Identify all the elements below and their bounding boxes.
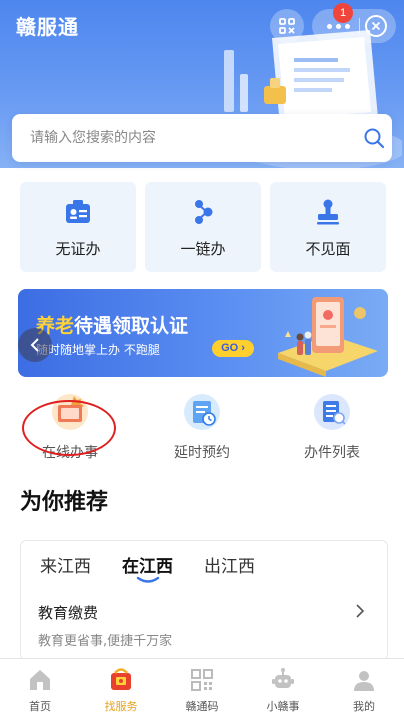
nav-mine[interactable]: 我的 [324,659,404,721]
nav-label: 首页 [29,700,51,713]
find-service-icon [111,668,131,690]
miniprogram-capsule [312,9,396,43]
quick-item-label: 办件列表 [304,445,360,461]
document-list-icon [314,394,350,430]
quick-item-appointment[interactable]: 延时预约 [152,392,252,462]
tab-leave-jiangxi[interactable]: 出江西 [204,552,255,577]
banner-prev-button[interactable] [18,328,52,362]
search-bar[interactable] [12,114,392,162]
banner-go-button[interactable]: GO › [212,340,254,357]
stamp-icon [317,199,339,225]
quick-item-case-list[interactable]: 办件列表 [282,392,382,462]
nav-label: 小赣事 [266,700,300,713]
more-dot [344,23,350,29]
service-card-label: 一链办 [180,240,226,258]
tab-come-to-jiangxi[interactable]: 来江西 [40,552,91,577]
scan-button[interactable] [270,9,304,43]
id-card-icon [66,200,90,223]
nav-label: 找服务 [104,700,138,713]
service-card-one-chain[interactable]: 一链办 [145,182,261,272]
nav-label: 赣通码 [185,700,219,713]
highlight-annotation-circle [22,400,116,456]
bottom-tab-bar: 首页 找服务 赣通码 小赣事 我的 [0,658,404,721]
more-dot [335,23,341,29]
nav-home[interactable]: 首页 [0,659,80,721]
chevron-right-icon[interactable] [354,603,366,619]
more-dot [326,23,332,29]
nav-qr-code[interactable]: 赣通码 [162,659,242,721]
recommend-item-title[interactable]: 教育缴费 [38,602,98,623]
robot-icon [272,668,294,688]
home-icon [30,670,50,690]
banner-illustration [278,297,378,377]
search-input[interactable] [30,124,340,152]
nav-find-service[interactable]: 找服务 [81,659,161,721]
section-title-recommend: 为你推荐 [20,490,109,515]
notification-badge: 1 [333,3,353,23]
go-label: GO [221,342,239,354]
banner-title-rest: 待遇领取认证 [74,315,189,337]
qr-code-icon [191,669,213,691]
user-icon [354,671,374,691]
banner-subtitle: 随时随地掌上办 不跑腿 [36,343,160,357]
nav-label: 我的 [353,700,375,713]
pension-certification-banner[interactable]: 养老待遇领取认证 随时随地掌上办 不跑腿 GO › [18,289,388,377]
close-button[interactable] [365,15,387,37]
service-card-label: 无证办 [55,240,101,258]
chevron-left-icon [30,338,39,352]
banner-title: 养老待遇领取认证 [36,311,188,338]
tab-in-jiangxi[interactable]: 在江西 [122,552,173,577]
capsule-divider [359,18,360,34]
share-link-icon [195,200,213,224]
service-card-no-meeting[interactable]: 不见面 [270,182,386,272]
quick-item-label: 延时预约 [174,445,230,461]
nav-assistant[interactable]: 小赣事 [243,659,323,721]
active-tab-indicator [136,576,160,583]
clock-appointment-icon [184,394,220,430]
scan-icon [279,18,295,34]
service-card-label: 不见面 [305,240,351,258]
app-title: 赣服通 [16,15,79,39]
close-icon [371,21,381,31]
search-icon[interactable] [362,126,386,150]
recommend-item-subtitle: 教育更省事,便捷千万家 [38,634,173,649]
service-card-no-certificate[interactable]: 无证办 [20,182,136,272]
